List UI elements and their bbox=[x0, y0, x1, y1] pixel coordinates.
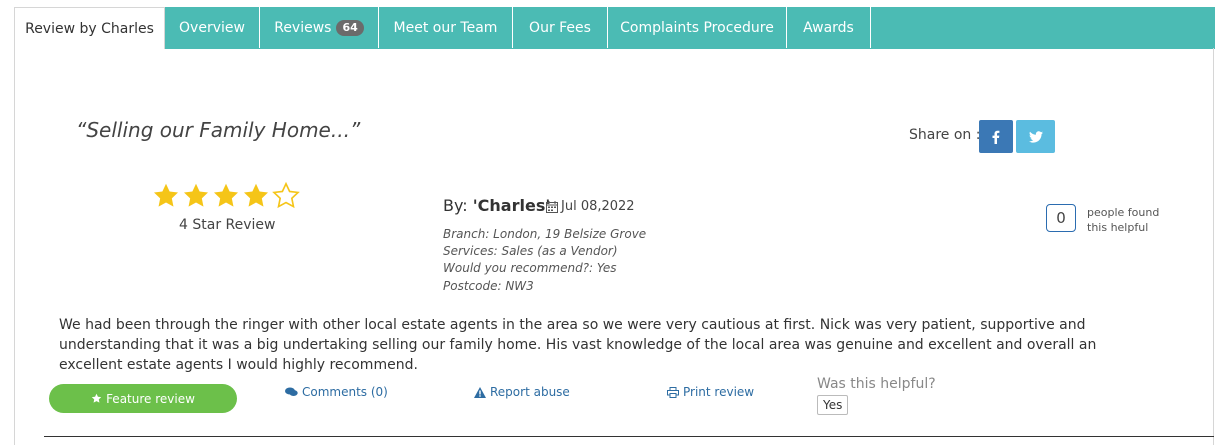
tab-overview[interactable]: Overview bbox=[165, 7, 260, 48]
star-icon bbox=[91, 393, 102, 403]
star-rating bbox=[152, 182, 300, 210]
review-title: “Selling our Family Home...” bbox=[76, 118, 361, 142]
tab-complaints-procedure[interactable]: Complaints Procedure bbox=[608, 7, 787, 48]
star-filled-icon bbox=[153, 183, 179, 207]
services-text: Services: Sales (as a Vendor) bbox=[443, 244, 618, 258]
facebook-share-button[interactable] bbox=[979, 120, 1013, 153]
author-name: 'Charles' bbox=[472, 196, 551, 215]
twitter-share-button[interactable] bbox=[1016, 120, 1055, 153]
postcode-text: Postcode: NW3 bbox=[443, 279, 534, 293]
twitter-icon bbox=[1028, 130, 1043, 143]
tab-awards[interactable]: Awards bbox=[787, 7, 871, 48]
tab-label: Meet our Team bbox=[393, 19, 498, 36]
rating-label: 4 Star Review bbox=[179, 217, 276, 233]
date-text: Jul 08,2022 bbox=[561, 199, 635, 214]
tab-bar: Review by Charles Overview Reviews 64 Me… bbox=[14, 7, 1215, 49]
review-body: We had been through the ringer with othe… bbox=[59, 317, 1097, 373]
comments-link[interactable]: Comments (0) bbox=[285, 385, 388, 399]
star-filled-icon bbox=[183, 183, 209, 207]
tab-label: Overview bbox=[179, 19, 245, 36]
facebook-icon bbox=[992, 130, 1000, 144]
tab-label: Complaints Procedure bbox=[620, 19, 774, 36]
print-review-label: Print review bbox=[683, 385, 755, 399]
star-empty-icon bbox=[272, 182, 300, 209]
helpful-count: 0 bbox=[1046, 204, 1076, 232]
tab-label: Our Fees bbox=[529, 19, 591, 36]
helpful-count-label: people found this helpful bbox=[1087, 206, 1160, 234]
was-this-helpful-label: Was this helpful? bbox=[817, 376, 936, 392]
branch-text: Branch: London, 19 Belsize Grove bbox=[443, 227, 647, 241]
tab-review-by-charles[interactable]: Review by Charles bbox=[14, 7, 165, 49]
comments-icon bbox=[285, 387, 298, 396]
reviews-count-badge: 64 bbox=[336, 19, 364, 36]
report-abuse-link[interactable]: Report abuse bbox=[474, 385, 570, 399]
tab-label: Reviews bbox=[274, 19, 332, 36]
warning-icon bbox=[474, 386, 486, 398]
print-review-link[interactable]: Print review bbox=[667, 385, 754, 399]
helpful-yes-button[interactable]: Yes bbox=[817, 395, 849, 415]
by-prefix: By: bbox=[443, 196, 468, 215]
report-abuse-label: Report abuse bbox=[490, 385, 570, 399]
star-filled-icon bbox=[243, 183, 269, 207]
calendar-icon bbox=[546, 200, 558, 213]
comments-label: Comments (0) bbox=[302, 385, 388, 399]
tab-our-fees[interactable]: Our Fees bbox=[513, 7, 608, 48]
review-date: Jul 08,2022 bbox=[546, 199, 635, 214]
tab-reviews[interactable]: Reviews 64 bbox=[260, 7, 379, 48]
feature-review-button[interactable]: Feature review bbox=[49, 384, 237, 413]
feature-review-label: Feature review bbox=[106, 391, 195, 406]
tab-label: Review by Charles bbox=[25, 20, 154, 37]
share-label: Share on : bbox=[909, 127, 981, 143]
divider bbox=[44, 436, 1214, 437]
print-icon bbox=[667, 386, 679, 398]
tab-meet-our-team[interactable]: Meet our Team bbox=[379, 7, 513, 48]
recommend-text: Would you recommend?: Yes bbox=[443, 261, 617, 275]
tab-label: Awards bbox=[803, 19, 854, 36]
review-author: By: 'Charles' bbox=[443, 196, 550, 215]
star-filled-icon bbox=[213, 183, 239, 207]
